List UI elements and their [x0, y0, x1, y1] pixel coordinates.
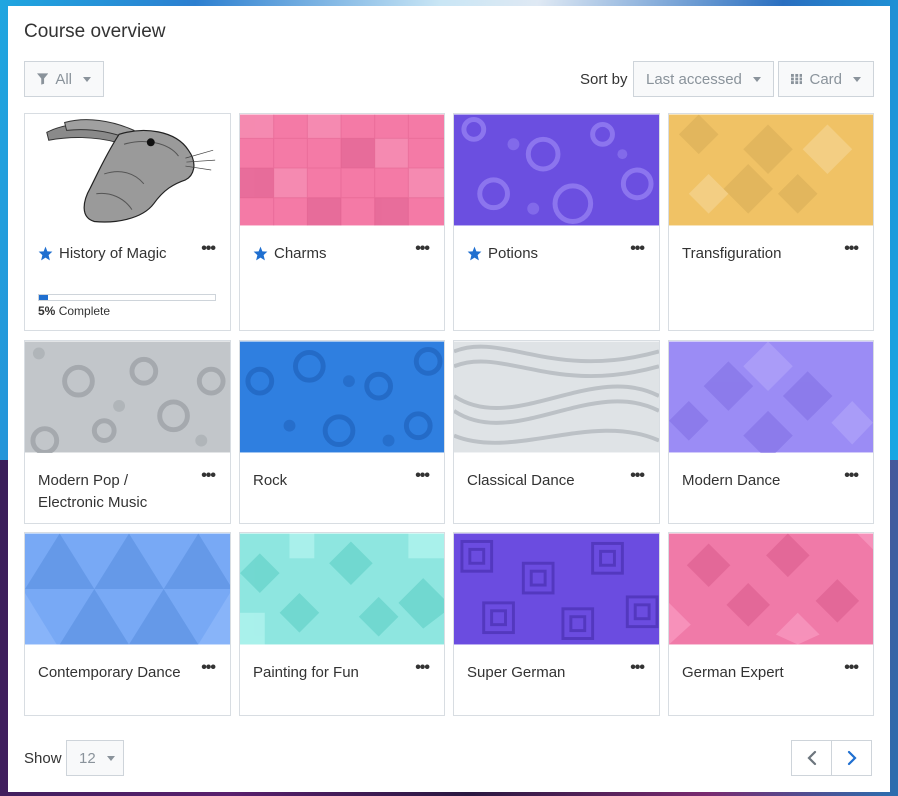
view-dropdown[interactable]: Card	[778, 61, 874, 97]
course-menu-button[interactable]: •••	[415, 660, 430, 676]
course-overview-panel: Course overview All Sort by Last accesse…	[8, 6, 890, 792]
course-name: Transfiguration	[682, 245, 782, 262]
course-card[interactable]: Modern Pop / Electronic Music •••	[24, 340, 231, 524]
star-icon	[253, 246, 268, 261]
course-title[interactable]: History of Magic	[38, 243, 188, 265]
chevron-down-icon	[106, 755, 115, 761]
course-name: Super German	[467, 664, 566, 681]
chevron-down-icon	[752, 76, 761, 82]
course-image	[240, 533, 444, 645]
course-card[interactable]: Potions •••	[453, 113, 660, 331]
course-name: Painting for Fun	[253, 664, 359, 681]
filter-icon	[37, 73, 49, 85]
course-menu-button[interactable]: •••	[630, 660, 645, 676]
star-icon	[467, 246, 482, 261]
course-name: Charms	[274, 245, 327, 262]
course-image	[25, 114, 230, 226]
course-name: Modern Dance	[682, 472, 781, 489]
course-title[interactable]: Super German	[467, 662, 617, 684]
course-menu-button[interactable]: •••	[630, 241, 645, 257]
page-title: Course overview	[24, 21, 166, 42]
hare-illustration	[25, 114, 230, 226]
course-menu-button[interactable]: •••	[630, 468, 645, 484]
sort-by-label: Sort by	[580, 71, 628, 88]
course-image	[669, 341, 873, 453]
course-name: Contemporary Dance	[38, 664, 181, 681]
chevron-down-icon	[853, 76, 861, 82]
course-menu-button[interactable]: •••	[844, 468, 859, 484]
course-card[interactable]: Contemporary Dance •••	[24, 532, 231, 716]
progress-bar	[38, 294, 216, 301]
course-menu-button[interactable]: •••	[201, 241, 216, 257]
pattern-tiles-aqua	[240, 533, 444, 645]
show-label: Show	[24, 750, 62, 767]
course-image	[25, 533, 230, 645]
course-title[interactable]: Rock	[253, 470, 403, 492]
course-image	[454, 341, 659, 453]
sort-dropdown[interactable]: Last accessed	[633, 61, 774, 97]
progress-text: 5% Complete	[38, 304, 111, 318]
previous-page-button[interactable]	[791, 740, 832, 776]
filter-dropdown[interactable]: All	[24, 61, 104, 97]
pattern-diamonds	[669, 114, 873, 226]
pattern-waves	[454, 341, 659, 453]
course-card[interactable]: Painting for Fun •••	[239, 532, 445, 716]
view-label: Card	[809, 70, 842, 88]
course-title[interactable]: Modern Pop / Electronic Music	[38, 470, 188, 514]
course-menu-button[interactable]: •••	[415, 241, 430, 257]
course-title[interactable]: Potions	[467, 243, 617, 265]
course-name: Rock	[253, 472, 288, 489]
course-card[interactable]: Modern Dance •••	[668, 340, 874, 524]
chevron-right-icon	[847, 750, 857, 766]
chevron-down-icon	[83, 76, 91, 82]
course-name: Potions	[488, 245, 539, 262]
course-title[interactable]: Transfiguration	[682, 243, 832, 265]
pattern-circles	[454, 114, 659, 226]
pattern-circles-blue	[240, 341, 444, 453]
course-menu-button[interactable]: •••	[844, 241, 859, 257]
course-image	[454, 114, 659, 226]
pattern-circles-gray	[25, 341, 230, 453]
filter-label: All	[55, 70, 72, 88]
course-menu-button[interactable]: •••	[415, 468, 430, 484]
course-title[interactable]: Classical Dance	[467, 470, 617, 492]
course-card[interactable]: Rock •••	[239, 340, 445, 524]
pattern-diamonds-pink	[669, 533, 873, 645]
course-menu-button[interactable]: •••	[201, 468, 216, 484]
per-page-value: 12	[79, 749, 96, 767]
course-card[interactable]: Transfiguration •••	[668, 113, 874, 331]
pattern-nested-squares	[454, 533, 659, 645]
course-title[interactable]: Contemporary Dance	[38, 662, 188, 684]
course-title[interactable]: Modern Dance	[682, 470, 832, 492]
course-card[interactable]: Super German •••	[453, 532, 660, 716]
course-name: Classical Dance	[467, 472, 575, 489]
course-card[interactable]: Charms •••	[239, 113, 445, 331]
course-image	[669, 533, 873, 645]
course-title[interactable]: Charms	[253, 243, 403, 265]
star-icon	[38, 246, 53, 261]
course-card[interactable]: History of Magic ••• 5% Complete	[24, 113, 231, 331]
course-title[interactable]: German Expert	[682, 662, 832, 684]
course-image	[240, 341, 444, 453]
course-image	[25, 341, 230, 453]
grid-icon	[791, 73, 803, 85]
course-image	[669, 114, 873, 226]
course-title[interactable]: Painting for Fun	[253, 662, 403, 684]
pattern-diamonds-lavender	[669, 341, 873, 453]
course-menu-button[interactable]: •••	[844, 660, 859, 676]
course-name: German Expert	[682, 664, 784, 681]
pattern-squares	[240, 114, 444, 226]
next-page-button[interactable]	[831, 740, 872, 776]
course-menu-button[interactable]: •••	[201, 660, 216, 676]
sort-value: Last accessed	[646, 70, 742, 88]
course-name: Modern Pop / Electronic Music	[38, 472, 148, 511]
course-card[interactable]: German Expert •••	[668, 532, 874, 716]
pattern-triangles	[25, 533, 230, 645]
course-card[interactable]: Classical Dance •••	[453, 340, 660, 524]
per-page-dropdown[interactable]: 12	[66, 740, 124, 776]
course-image	[240, 114, 444, 226]
course-name: History of Magic	[59, 245, 167, 262]
course-image	[454, 533, 659, 645]
chevron-left-icon	[806, 750, 816, 766]
